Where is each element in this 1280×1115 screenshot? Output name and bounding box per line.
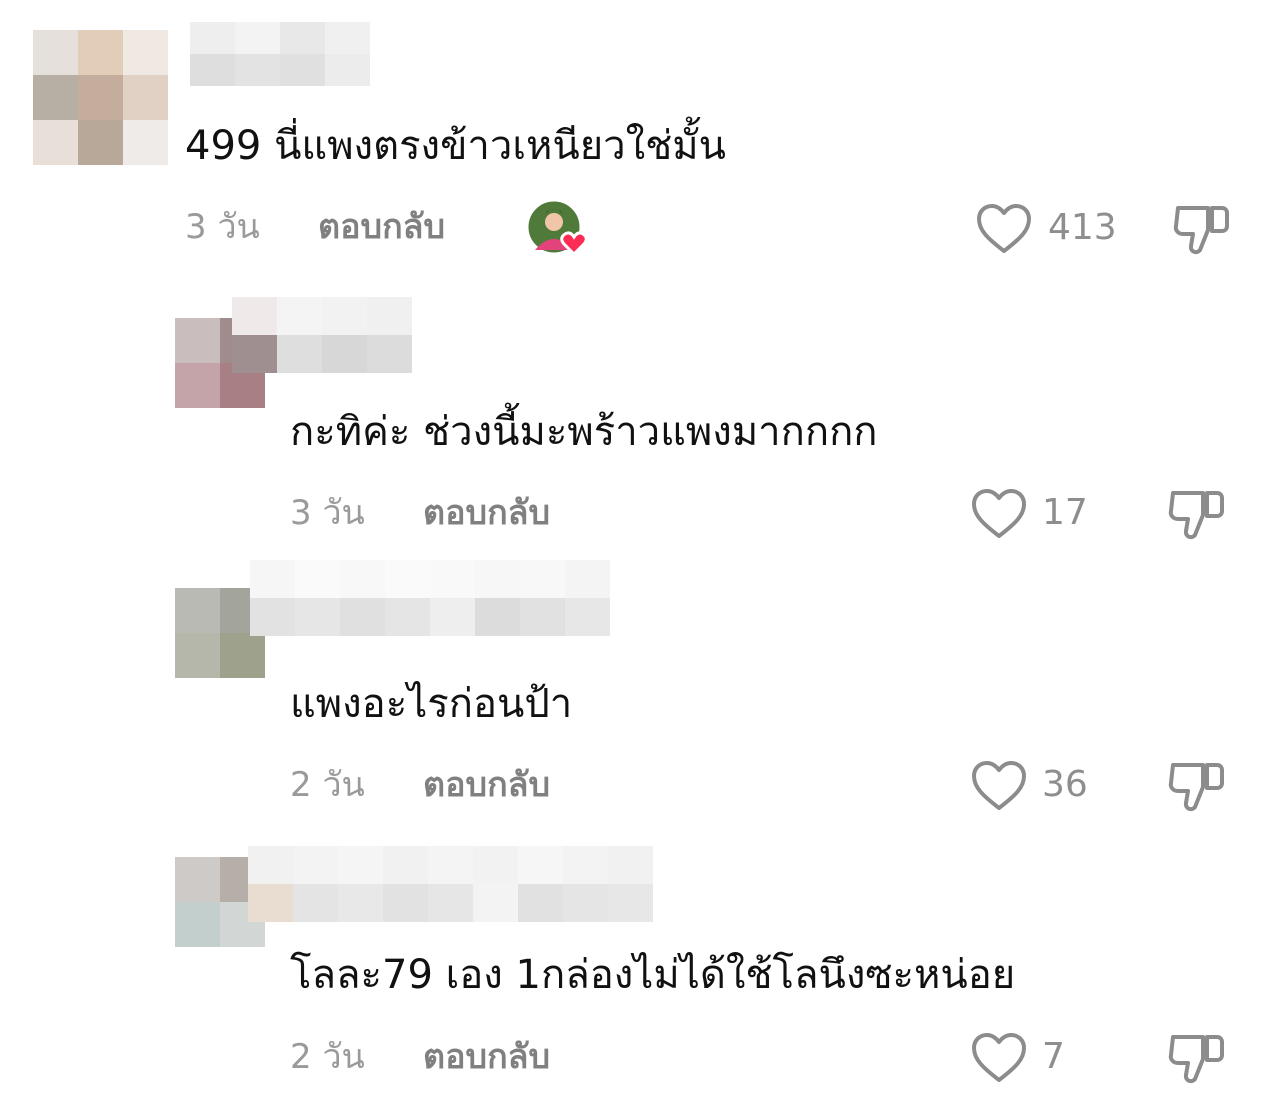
thumbs-down-icon[interactable] — [1167, 757, 1225, 815]
comment-time: 3 วัน — [185, 207, 260, 247]
comment-text: แพงอะไรก่อนป้า — [290, 681, 573, 727]
heart-outline-icon[interactable] — [970, 487, 1028, 541]
comment-text: กะทิค่ะ ช่วงนี้มะพร้าวแพงมากกกก — [290, 409, 878, 455]
like-count: 413 — [1048, 207, 1117, 248]
thumbs-down-icon[interactable] — [1172, 200, 1230, 258]
comment-time: 2 วัน — [290, 765, 365, 805]
creator-liked-badge — [527, 200, 591, 260]
comment-time: 3 วัน — [290, 493, 365, 533]
avatar[interactable] — [33, 30, 168, 165]
thumbs-down-icon[interactable] — [1167, 1029, 1225, 1087]
comment-time: 2 วัน — [290, 1037, 365, 1077]
reply-button[interactable]: ตอบกลับ — [318, 210, 445, 244]
reply-button[interactable]: ตอบกลับ — [423, 768, 550, 802]
username-blurred[interactable] — [248, 846, 653, 922]
thumbs-down-icon[interactable] — [1167, 485, 1225, 543]
comment-text: โลละ79 เอง 1กล่องไม่ได้ใช้โลนึงซะหน่อย — [290, 952, 1016, 998]
like-count: 7 — [1042, 1036, 1065, 1077]
like-count: 36 — [1042, 764, 1088, 805]
heart-outline-icon[interactable] — [970, 1031, 1028, 1085]
like-count: 17 — [1042, 492, 1088, 533]
creator-avatar-heart-icon — [527, 200, 588, 257]
username-blurred[interactable] — [232, 297, 412, 373]
heart-outline-icon[interactable] — [975, 202, 1033, 256]
comment-text: 499 นี่แพงตรงข้าวเหนียวใช่มั้น — [185, 123, 727, 169]
reply-button[interactable]: ตอบกลับ — [423, 1040, 550, 1074]
username-blurred[interactable] — [190, 22, 370, 86]
reply-button[interactable]: ตอบกลับ — [423, 496, 550, 530]
username-blurred[interactable] — [250, 560, 610, 636]
heart-outline-icon[interactable] — [970, 759, 1028, 813]
